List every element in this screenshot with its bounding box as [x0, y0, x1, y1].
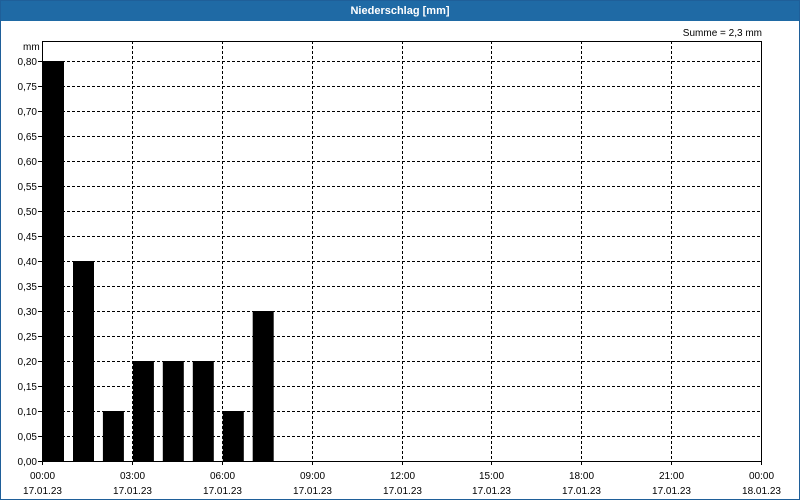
- y-tick-label: 0,65: [18, 132, 38, 143]
- y-tick-label: 0,00: [18, 457, 38, 468]
- x-tick-label-date: 17.01.23: [203, 486, 242, 497]
- precipitation-bar: [222, 411, 244, 461]
- y-axis-unit-label: mm: [23, 42, 40, 53]
- y-tick-label: 0,40: [18, 257, 38, 268]
- sum-annotation: Summe = 2,3 mm: [683, 28, 762, 39]
- precipitation-bar: [102, 411, 124, 461]
- precipitation-bar: [162, 361, 184, 461]
- y-tick-label: 0,05: [18, 432, 38, 443]
- y-tick-label: 0,15: [18, 382, 38, 393]
- precipitation-bar: [132, 361, 154, 461]
- precipitation-bar: [73, 261, 94, 461]
- x-tick-label-date: 17.01.23: [383, 486, 422, 497]
- precipitation-chart: 0,00 0,05 0,10 0,15 0,20 0,25 0,30 0,35 0,40 0,45…: [18, 28, 782, 497]
- x-tick-label-time: 00:00: [30, 471, 55, 482]
- x-tick-label-date: 17.01.23: [113, 486, 152, 497]
- precipitation-bar: [192, 361, 214, 461]
- x-tick-label-time: 18:00: [569, 471, 594, 482]
- y-tick-label: 0,30: [18, 307, 38, 318]
- x-tick-label-time: 21:00: [659, 471, 684, 482]
- y-tick-label: 0,20: [18, 357, 38, 368]
- x-tick-label-date: 18.01.23: [742, 486, 781, 497]
- y-tick-label: 0,75: [18, 82, 38, 93]
- y-tick-label: 0,35: [18, 282, 38, 293]
- x-tick-label-time: 00:00: [749, 471, 774, 482]
- x-tick-label-date: 17.01.23: [472, 486, 511, 497]
- y-tick-label: 0,45: [18, 232, 38, 243]
- x-tick-label-time: 06:00: [210, 471, 235, 482]
- precipitation-bar: [43, 61, 64, 461]
- x-tick-label-date: 17.01.23: [652, 486, 691, 497]
- x-tick-label-time: 15:00: [479, 471, 504, 482]
- y-tick-label: 0,70: [18, 107, 38, 118]
- y-tick-label: 0,10: [18, 407, 38, 418]
- x-tick-label-time: 12:00: [390, 471, 415, 482]
- precipitation-bar: [252, 311, 274, 461]
- x-tick-label-date: 17.01.23: [23, 486, 62, 497]
- y-tick-label: 0,60: [18, 157, 38, 168]
- y-tick-label: 0,80: [18, 57, 38, 68]
- y-tick-label: 0,50: [18, 207, 38, 218]
- y-tick-label: 0,25: [18, 332, 38, 343]
- x-tick-label-time: 03:00: [120, 471, 145, 482]
- x-tick-label-date: 17.01.23: [562, 486, 601, 497]
- y-tick-label: 0,55: [18, 182, 38, 193]
- x-tick-label-time: 09:00: [300, 471, 325, 482]
- x-tick-label-date: 17.01.23: [293, 486, 332, 497]
